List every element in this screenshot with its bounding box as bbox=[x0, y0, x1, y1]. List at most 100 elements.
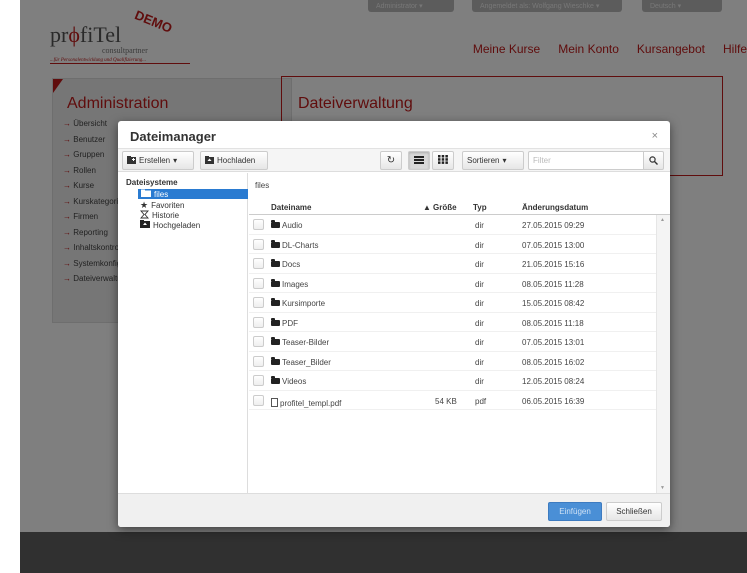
file-name: Teaser_Bilder bbox=[282, 357, 331, 367]
sidebar-item-label: Hochgeladen bbox=[153, 220, 201, 230]
file-date: 21.05.2015 15:16 bbox=[522, 260, 585, 269]
file-type: dir bbox=[475, 221, 484, 230]
file-date: 07.05.2015 13:00 bbox=[522, 240, 585, 250]
folder-icon bbox=[141, 189, 151, 199]
dialog-title: Dateimanager bbox=[130, 129, 216, 144]
table-row[interactable]: PDF dir 08.05.2015 11:18 bbox=[249, 313, 656, 332]
file-list-panel: files Dateiname ▲ Größe Typ Änderungsdat… bbox=[249, 173, 670, 493]
column-name[interactable]: Dateiname bbox=[271, 203, 311, 212]
row-checkbox[interactable] bbox=[253, 277, 264, 289]
list-view-button[interactable] bbox=[408, 151, 430, 170]
sidebar-item-hochgeladen[interactable]: Hochgeladen bbox=[140, 220, 200, 230]
close-icon[interactable]: × bbox=[652, 130, 658, 142]
file-type: dir bbox=[475, 240, 484, 250]
sort-asc-icon: ▲ bbox=[423, 203, 431, 212]
folder-icon bbox=[271, 376, 280, 384]
file-type: dir bbox=[475, 357, 484, 367]
file-date: 12.05.2015 08:24 bbox=[522, 377, 585, 386]
file-name: profitel_templ.pdf bbox=[280, 398, 342, 408]
file-name: Videos bbox=[282, 377, 307, 386]
file-name: Images bbox=[282, 279, 309, 289]
file-date: 08.05.2015 11:18 bbox=[522, 318, 584, 328]
column-type[interactable]: Typ bbox=[473, 203, 487, 212]
row-checkbox[interactable] bbox=[253, 375, 264, 386]
file-name: DL-Charts bbox=[282, 240, 319, 250]
refresh-icon: ↻ bbox=[386, 155, 396, 166]
toolbar: Erstellen ▾ Hochladen ↻ Sortieren ▾ bbox=[118, 149, 670, 172]
grid-view-icon bbox=[438, 155, 448, 166]
folder-icon bbox=[271, 337, 280, 345]
upload-button[interactable]: Hochladen bbox=[200, 151, 268, 170]
search-icon bbox=[649, 152, 658, 170]
list-view-icon bbox=[414, 155, 424, 166]
file-type: dir bbox=[475, 338, 484, 347]
row-checkbox[interactable] bbox=[253, 258, 264, 269]
file-name: Kursimporte bbox=[282, 299, 326, 308]
table-row[interactable]: Teaser-Bilder dir 07.05.2015 13:01 bbox=[249, 332, 656, 352]
file-date: 08.05.2015 16:02 bbox=[522, 357, 585, 367]
folder-icon bbox=[271, 298, 280, 306]
sidebar-item-favoriten[interactable]: ★ Favoriten bbox=[140, 200, 184, 210]
folder-icon bbox=[271, 239, 280, 248]
create-label: Erstellen bbox=[139, 156, 171, 165]
row-checkbox[interactable] bbox=[253, 355, 264, 367]
folder-icon bbox=[271, 220, 280, 228]
row-checkbox[interactable] bbox=[253, 336, 264, 347]
table-row[interactable]: profitel_templ.pdf 54 KB pdf 06.05.2015 … bbox=[249, 391, 656, 410]
row-checkbox[interactable] bbox=[253, 394, 264, 406]
column-date[interactable]: Änderungsdatum bbox=[522, 203, 588, 212]
breadcrumb[interactable]: files bbox=[255, 181, 269, 190]
history-icon bbox=[140, 210, 149, 221]
file-date: 06.05.2015 16:39 bbox=[522, 396, 585, 406]
file-name: PDF bbox=[282, 318, 298, 328]
dialog-header: Dateimanager × bbox=[118, 121, 670, 149]
file-rows: Audio dir 27.05.2015 09:29 DL-Charts dir… bbox=[249, 215, 656, 410]
filter-input[interactable] bbox=[528, 151, 644, 170]
table-row[interactable]: Videos dir 12.05.2015 08:24 bbox=[249, 371, 656, 391]
caret-down-icon: ▾ bbox=[173, 156, 178, 165]
close-button[interactable]: Schließen bbox=[606, 502, 662, 521]
refresh-button[interactable]: ↻ bbox=[380, 151, 402, 170]
upload-label: Hochladen bbox=[217, 156, 256, 165]
folder-icon bbox=[271, 317, 280, 326]
scroll-up-icon[interactable]: ▲ bbox=[660, 217, 665, 223]
scroll-down-icon[interactable]: ▼ bbox=[660, 485, 665, 491]
row-checkbox[interactable] bbox=[253, 316, 264, 328]
sidebar-item-label: files bbox=[154, 189, 169, 199]
dialog-footer: Einfügen Schließen bbox=[118, 493, 670, 527]
filesystem-sidebar: Dateisysteme files ★ Favoriten Historie … bbox=[118, 173, 248, 493]
sidebar-item-historie[interactable]: Historie bbox=[140, 210, 179, 220]
table-row[interactable]: Docs dir 21.05.2015 15:16 bbox=[249, 254, 656, 274]
folder-icon bbox=[271, 278, 280, 287]
sort-button[interactable]: Sortieren ▾ bbox=[462, 151, 524, 170]
file-type: dir bbox=[475, 279, 484, 289]
upload-icon bbox=[140, 220, 150, 230]
sidebar-item-files[interactable]: files bbox=[138, 189, 248, 199]
row-checkbox[interactable] bbox=[253, 219, 264, 230]
grid-view-button[interactable] bbox=[432, 151, 454, 170]
row-checkbox[interactable] bbox=[253, 297, 264, 308]
file-date: 27.05.2015 09:29 bbox=[522, 221, 585, 230]
table-row[interactable]: DL-Charts dir 07.05.2015 13:00 bbox=[249, 235, 656, 254]
file-manager-dialog: Dateimanager × Erstellen ▾ Hochladen ↻ S… bbox=[118, 121, 670, 527]
column-size[interactable]: Größe bbox=[433, 203, 457, 212]
file-type: dir bbox=[475, 318, 484, 328]
table-row[interactable]: Images dir 08.05.2015 11:28 bbox=[249, 274, 656, 293]
file-type: dir bbox=[475, 377, 484, 386]
file-date: 08.05.2015 11:28 bbox=[522, 279, 584, 289]
new-folder-icon bbox=[127, 155, 136, 166]
row-checkbox[interactable] bbox=[253, 238, 264, 250]
create-button[interactable]: Erstellen ▾ bbox=[122, 151, 194, 170]
table-row[interactable]: Teaser_Bilder dir 08.05.2015 16:02 bbox=[249, 352, 656, 371]
folder-icon bbox=[271, 259, 280, 267]
insert-button[interactable]: Einfügen bbox=[548, 502, 602, 521]
table-row[interactable]: Audio dir 27.05.2015 09:29 bbox=[249, 215, 656, 235]
file-type: dir bbox=[475, 299, 484, 308]
upload-icon bbox=[205, 155, 214, 166]
caret-down-icon: ▾ bbox=[502, 156, 507, 165]
file-name: Docs bbox=[282, 260, 301, 269]
vertical-scrollbar[interactable]: ▲ ▼ bbox=[656, 215, 670, 493]
search-button[interactable] bbox=[644, 151, 664, 170]
sort-label: Sortieren bbox=[467, 156, 500, 165]
table-row[interactable]: Kursimporte dir 15.05.2015 08:42 bbox=[249, 293, 656, 313]
